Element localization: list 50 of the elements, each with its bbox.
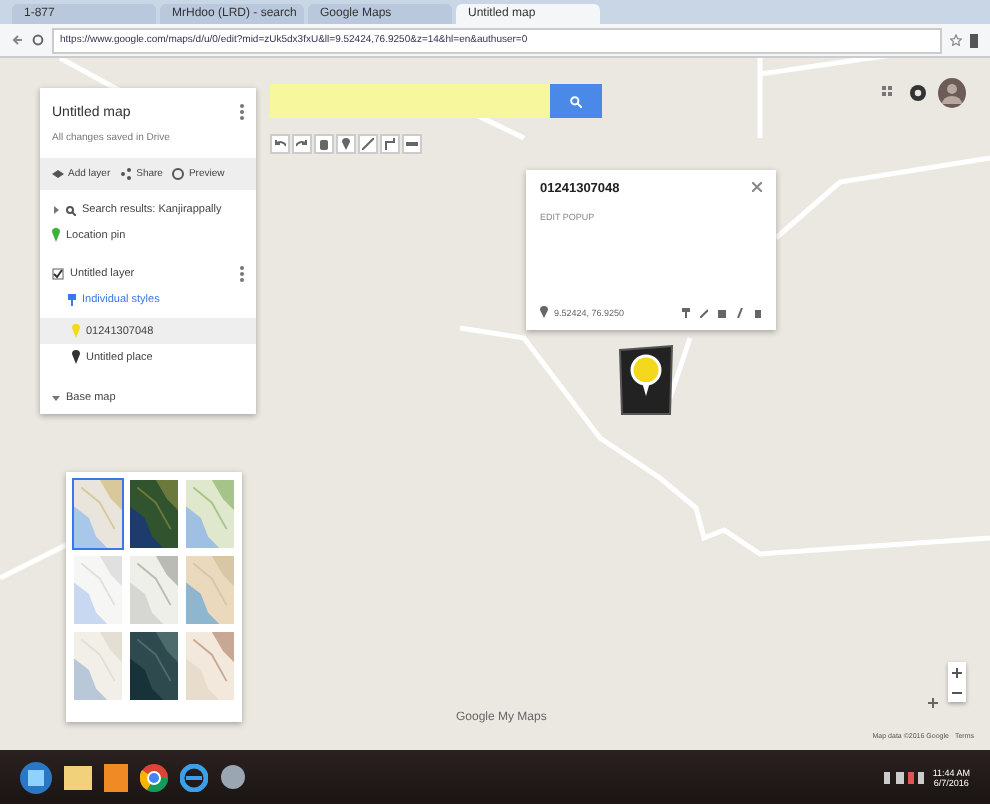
star-icon[interactable] <box>950 34 962 46</box>
location-icon[interactable] <box>928 698 938 708</box>
redo-icon <box>296 138 308 150</box>
undo-button[interactable] <box>270 134 290 154</box>
marker-icon[interactable] <box>616 342 676 418</box>
close-icon[interactable] <box>752 182 762 192</box>
zoom-out-button[interactable] <box>948 682 966 702</box>
share-icon <box>120 168 133 180</box>
route-button[interactable] <box>380 134 400 154</box>
route-icon <box>384 138 396 150</box>
checkbox[interactable] <box>52 268 64 280</box>
zoom-in-button[interactable] <box>948 662 966 682</box>
hand-button[interactable] <box>314 134 334 154</box>
map-style-thumbnail[interactable] <box>72 630 124 702</box>
map-style-thumbnail[interactable] <box>184 554 236 626</box>
map-style-thumbnail[interactable] <box>72 478 124 550</box>
plus-icon <box>952 667 962 677</box>
line-button[interactable] <box>358 134 378 154</box>
redo-button[interactable] <box>292 134 312 154</box>
map-style-thumbnail[interactable] <box>184 630 236 702</box>
caret-icon[interactable] <box>52 394 60 402</box>
undo-icon <box>274 138 286 150</box>
line-icon <box>362 138 374 150</box>
layer-icon <box>52 168 64 180</box>
search-icon <box>570 95 582 107</box>
menu-icon[interactable] <box>970 33 978 47</box>
start-icon[interactable] <box>20 761 52 793</box>
search-button[interactable] <box>550 84 602 118</box>
avatar-icon[interactable] <box>938 78 966 108</box>
ruler-button[interactable] <box>402 134 422 154</box>
map-style-thumbnail[interactable] <box>128 554 180 626</box>
map-style-thumbnail[interactable] <box>128 478 180 550</box>
map-style-thumbnail[interactable] <box>72 554 124 626</box>
apps-icon[interactable] <box>882 86 894 100</box>
map-style-thumbnail[interactable] <box>184 478 236 550</box>
search-field[interactable] <box>270 84 550 118</box>
folder-icon[interactable] <box>64 765 92 789</box>
pin-icon <box>540 306 548 318</box>
preview-icon <box>172 168 185 180</box>
pin-icon <box>340 138 352 150</box>
back-icon[interactable] <box>12 34 24 46</box>
minus-icon <box>952 687 962 697</box>
brush-icon <box>68 294 76 306</box>
map-style-thumbnail[interactable] <box>128 630 180 702</box>
caret-icon[interactable] <box>52 206 60 214</box>
pin-icon <box>52 228 60 242</box>
edit-icon[interactable] <box>700 307 708 317</box>
reload-icon[interactable] <box>32 34 44 46</box>
search-icon <box>66 205 76 215</box>
pin-button[interactable] <box>336 134 356 154</box>
